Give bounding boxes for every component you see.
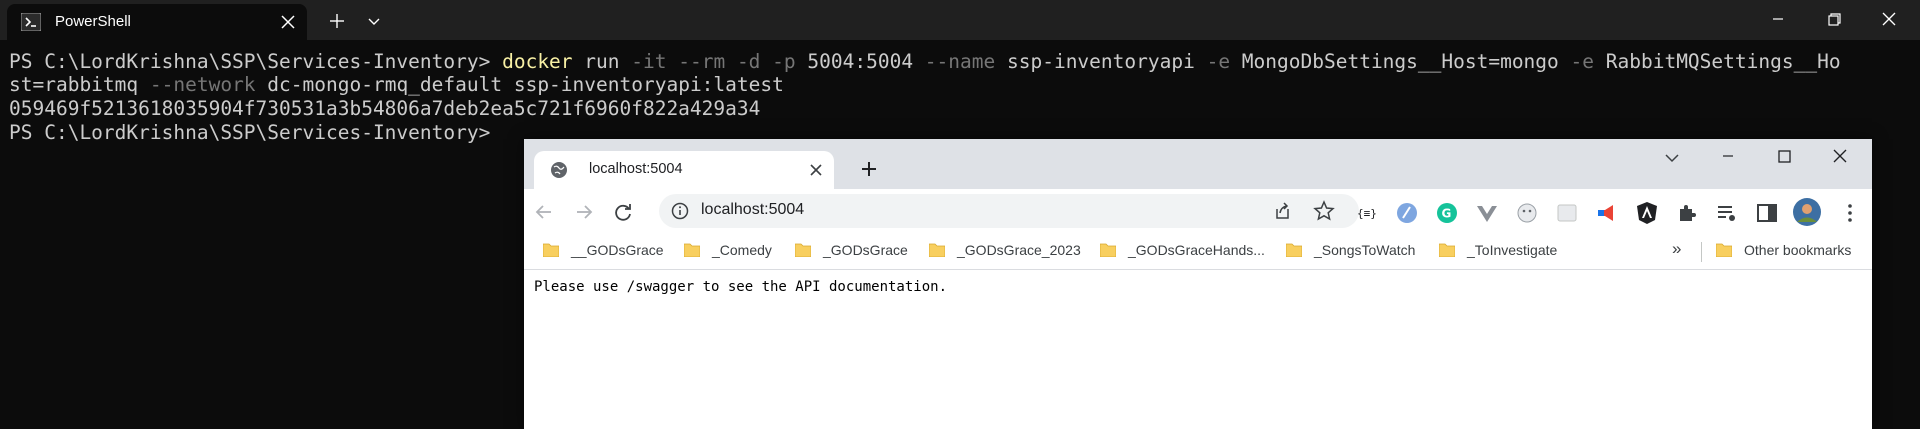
globe-icon — [551, 162, 567, 178]
bookmark-folder[interactable]: _Comedy — [684, 238, 779, 264]
container-id-output: 059469f521361803590­4f730531a3b54806a7de… — [9, 97, 761, 120]
vue-devtools-icon[interactable] — [1475, 201, 1499, 225]
network-and-image: dc-mongo-rmq_default ssp-inventoryapi:la… — [255, 73, 784, 96]
minimize-icon[interactable] — [1755, 0, 1801, 40]
close-window-icon[interactable] — [1866, 0, 1912, 40]
address-bar[interactable]: localhost:5004 — [659, 194, 1359, 228]
angular-devtools-icon[interactable] — [1635, 201, 1659, 225]
prompt-line: PS C:\LordKrishna\SSP\Services-Inventory… — [9, 121, 491, 144]
flag-it: -it — [631, 50, 667, 73]
extensions-puzzle-icon[interactable] — [1675, 201, 1699, 225]
bookmark-label: __GODsGrace — [571, 242, 664, 258]
close-tab-icon[interactable] — [275, 9, 301, 35]
menu-kebab-icon[interactable] — [1838, 201, 1862, 225]
page-content: Please use /swagger to see the API docum… — [524, 270, 1872, 429]
cmd-docker: docker — [502, 50, 573, 73]
maximize-icon[interactable] — [1756, 139, 1812, 175]
terminal-tab-title: PowerShell — [55, 13, 131, 30]
bookmark-folder[interactable]: _GODsGrace_2023 — [929, 238, 1081, 264]
close-tab-icon[interactable] — [807, 161, 825, 179]
svg-text:G: G — [1442, 207, 1452, 221]
folder-icon — [1439, 243, 1455, 257]
info-icon[interactable] — [671, 202, 689, 220]
bookmark-label: _GODsGrace — [823, 242, 908, 258]
restore-icon[interactable] — [1811, 0, 1857, 40]
prompt: PS C:\LordKrishna\SSP\Services-Inventory… — [9, 50, 503, 73]
cmd-run: run — [572, 50, 632, 73]
browser-window: localhost:5004 localhost:5004 {≡} G __GO… — [524, 139, 1872, 429]
flag-p: -p — [772, 50, 796, 73]
new-tab-icon[interactable] — [322, 6, 352, 36]
bookmark-star-icon[interactable] — [1313, 200, 1335, 222]
extension-face-icon[interactable] — [1515, 201, 1539, 225]
terminal-command-line-wrap: st=rabbitmq --network dc-mongo-rmq_defau… — [9, 73, 784, 96]
media-queue-icon[interactable] — [1715, 201, 1739, 225]
container-name: ssp-inventoryapi — [995, 50, 1207, 73]
terminal-titlebar: PowerShell — [0, 0, 1920, 40]
grammarly-icon[interactable]: G — [1435, 201, 1459, 225]
reload-icon[interactable] — [608, 197, 638, 227]
terminal-command-line: PS C:\LordKrishna\SSP\Services-Inventory… — [9, 50, 1841, 73]
megaphone-icon[interactable] — [1595, 201, 1619, 225]
back-arrow-icon[interactable] — [529, 197, 559, 227]
folder-icon — [1716, 243, 1732, 257]
other-bookmarks-folder[interactable]: Other bookmarks — [1716, 238, 1866, 264]
share-icon[interactable] — [1271, 200, 1293, 222]
folder-icon — [795, 243, 811, 257]
env-mongo: MongoDbSettings__Host=mongo — [1230, 50, 1571, 73]
flag-network: --network — [149, 73, 256, 96]
more-bookmarks-button[interactable]: » — [1672, 239, 1681, 259]
bookmark-label: _Comedy — [712, 242, 772, 258]
folder-icon — [543, 243, 559, 257]
json-viewer-extension-icon[interactable]: {≡} — [1355, 201, 1379, 225]
avatar[interactable] — [1792, 197, 1822, 227]
folder-icon — [929, 243, 945, 257]
bookmarks-bar: __GODsGrace _Comedy _GODsGrace _GODsGrac… — [524, 233, 1872, 270]
bookmark-folder[interactable]: _SongsToWatch — [1286, 238, 1426, 264]
powershell-icon — [21, 13, 41, 31]
api-doc-message: Please use /swagger to see the API docum… — [534, 279, 948, 295]
browser-titlebar: localhost:5004 — [524, 139, 1872, 189]
folder-icon — [1286, 243, 1302, 257]
env-rabbit-cont: st=rabbitmq — [9, 73, 150, 96]
bookmark-label: _GODsGrace_2023 — [957, 242, 1081, 258]
extension-grid-icon[interactable] — [1555, 201, 1579, 225]
folder-icon — [1100, 243, 1116, 257]
env-rabbit: RabbitMQSettings__Ho — [1594, 50, 1841, 73]
close-window-icon[interactable] — [1812, 139, 1868, 175]
folder-icon — [684, 243, 700, 257]
minimize-icon[interactable] — [1700, 139, 1756, 175]
tab-search-chevron-icon[interactable] — [1644, 139, 1700, 175]
browser-toolbar: localhost:5004 {≡} G — [524, 189, 1872, 233]
new-tab-icon[interactable] — [854, 154, 884, 184]
chevron-down-icon[interactable] — [359, 6, 389, 36]
bookmark-folder[interactable]: __GODsGrace — [543, 238, 678, 264]
bookmark-folder[interactable]: _ToInvestigate — [1439, 238, 1579, 264]
side-panel-icon[interactable] — [1755, 201, 1779, 225]
flag-name: --name — [924, 50, 996, 73]
bookmarks-divider — [1701, 242, 1702, 262]
browser-tab-title: localhost:5004 — [589, 161, 683, 177]
flag-e: -e — [1206, 50, 1231, 73]
browser-tab-localhost[interactable]: localhost:5004 — [534, 151, 834, 189]
bookmark-label: Other bookmarks — [1744, 242, 1852, 258]
flag-e: -e — [1570, 50, 1595, 73]
flag-rm: --rm — [666, 50, 737, 73]
bookmark-folder[interactable]: _GODsGrace — [795, 238, 908, 264]
port-mapping: 5004:5004 — [795, 50, 925, 73]
svg-text:{≡}: {≡} — [1357, 207, 1377, 220]
url-text: localhost:5004 — [701, 201, 805, 218]
bookmark-label: _ToInvestigate — [1467, 242, 1558, 258]
flag-d: -d — [736, 50, 773, 73]
terminal-tab-powershell[interactable]: PowerShell — [7, 4, 307, 40]
forward-arrow-icon[interactable] — [569, 197, 599, 227]
bookmark-label: _GODsGraceHands... — [1128, 242, 1265, 258]
bookmark-label: _SongsToWatch — [1314, 242, 1416, 258]
bookmark-folder[interactable]: _GODsGraceHands... — [1100, 238, 1265, 264]
extension-feather-icon[interactable] — [1395, 201, 1419, 225]
